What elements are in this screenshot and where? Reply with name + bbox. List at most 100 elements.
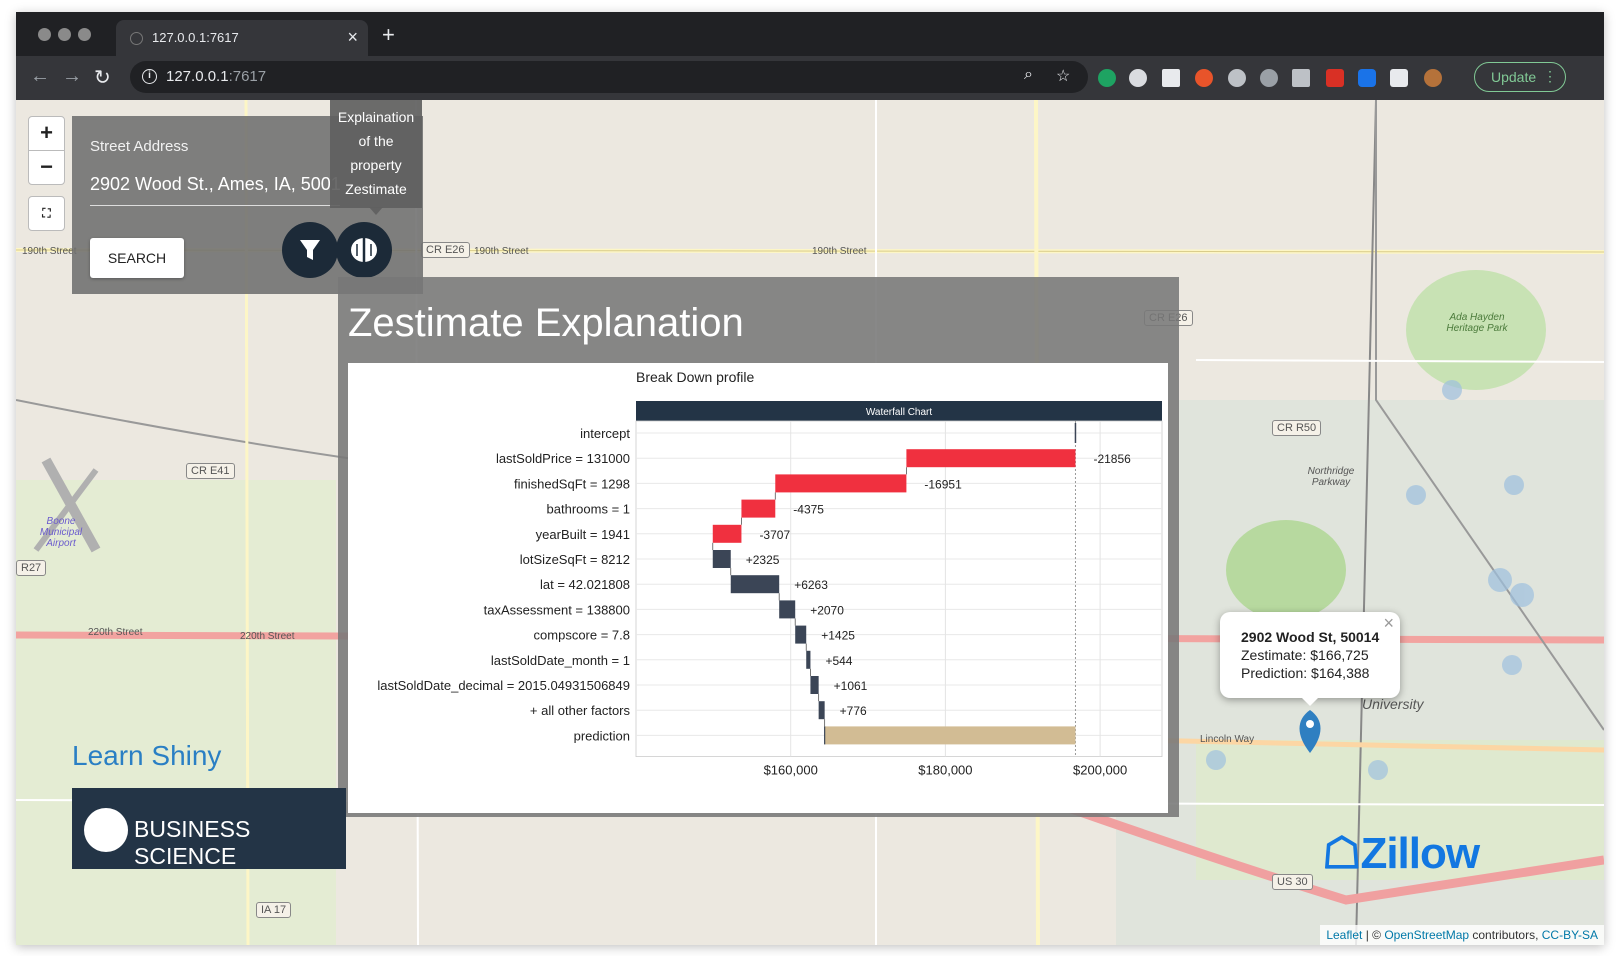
bar-positive — [810, 676, 819, 694]
street-address-label: Street Address — [90, 138, 189, 155]
value-label: +2325 — [746, 553, 780, 567]
atom-icon[interactable] — [1228, 69, 1246, 87]
browser-tab[interactable]: 127.0.0.1:7617 × — [116, 20, 368, 56]
popup-tip — [1300, 696, 1320, 706]
calendar-icon[interactable] — [1326, 69, 1344, 87]
waterfall-chart: Break Down profile Waterfall Chart $160,00… — [348, 363, 1210, 813]
popup-prediction: Prediction: $164,388 — [1241, 665, 1370, 681]
zillow-mark-icon: ☖ — [1322, 829, 1361, 878]
attribution-sep: | © — [1362, 928, 1385, 942]
business-science-emblem — [84, 808, 128, 852]
row-label: prediction — [574, 728, 630, 743]
layers-icon[interactable] — [1162, 69, 1180, 87]
brain-icon — [351, 238, 377, 262]
avatar[interactable] — [1424, 69, 1442, 87]
value-label: +6263 — [794, 578, 828, 592]
zoom-meeting-icon[interactable] — [1358, 69, 1376, 87]
row-label: lastSoldDate_month = 1 — [491, 653, 630, 668]
learn-shiny-link[interactable]: Learn Shiny — [72, 740, 221, 772]
url-text: 127.0.0.1:7617 — [166, 68, 266, 85]
info-icon[interactable]: i — [142, 69, 157, 84]
business-science-logo[interactable]: BUSINESS SCIENCE — [72, 788, 346, 869]
chart-title: Break Down profile — [636, 369, 754, 385]
zestimate-panel: Zestimate Explanation Break Down profile… — [338, 277, 1210, 817]
target-icon[interactable] — [1260, 69, 1278, 87]
map-label-r27: R27 — [16, 560, 47, 576]
map-attribution: Leaflet | © OpenStreetMap contributors, … — [1320, 925, 1604, 945]
fullscreen-icon[interactable]: ⛶ — [28, 196, 65, 231]
new-tab-icon[interactable]: + — [382, 22, 395, 48]
bar-negative — [775, 474, 907, 493]
update-label: Update — [1491, 69, 1537, 85]
popup-address: 2902 Wood St, 50014 — [1241, 629, 1380, 645]
forward-icon[interactable]: → — [62, 65, 82, 88]
osm-link[interactable]: OpenStreetMap — [1384, 928, 1469, 942]
x-tick-label: $160,000 — [764, 763, 818, 778]
value-label: +776 — [840, 704, 867, 718]
close-tab-icon[interactable]: × — [347, 27, 358, 48]
value-label: +544 — [825, 654, 852, 668]
business-science-text: BUSINESS SCIENCE — [134, 816, 251, 869]
url-port: :7617 — [228, 68, 267, 85]
bar-positive — [712, 550, 731, 568]
minimize-window-icon[interactable] — [58, 28, 71, 41]
explain-button[interactable] — [336, 222, 392, 278]
bar-positive — [795, 625, 807, 644]
street-address-input[interactable]: 2902 Wood St., Ames, IA, 50014 — [90, 174, 340, 206]
tooltip-line-1: Explaination — [337, 109, 415, 125]
row-label: intercept — [580, 426, 630, 441]
search-button[interactable]: SEARCH — [90, 238, 184, 278]
row-label: yearBuilt = 1941 — [536, 527, 630, 542]
row-label: compscore = 7.8 — [534, 628, 630, 643]
row-label: lat = 42.021808 — [540, 577, 630, 592]
puzzle-icon[interactable] — [1390, 69, 1408, 87]
map-label-ia-17: IA 17 — [256, 902, 292, 918]
popup-close-icon[interactable]: × — [1383, 614, 1394, 632]
grammarly-icon[interactable] — [1098, 69, 1116, 87]
back-icon[interactable]: ← — [30, 65, 50, 88]
map-label-lincoln-way: Lincoln Way — [1200, 734, 1255, 745]
address-bar[interactable]: i 127.0.0.1:7617 ⌕ ☆ — [130, 61, 1088, 93]
map-label-190th-east: 190th Street — [812, 246, 867, 257]
tooltip-line-2: of the — [358, 133, 394, 149]
map-label-190th-mid: 190th Street — [474, 246, 529, 257]
map-label-northridge: Northridge Parkway — [1307, 466, 1355, 488]
star-icon[interactable]: ☆ — [1056, 66, 1070, 86]
row-label: + all other factors — [530, 703, 631, 718]
leaflet-link[interactable]: Leaflet — [1326, 928, 1362, 942]
reload-icon[interactable]: ↻ — [94, 65, 111, 90]
close-window-icon[interactable] — [38, 28, 51, 41]
maximize-window-icon[interactable] — [78, 28, 91, 41]
map-label-ada-hayden: Ada Hayden Heritage Park — [1446, 312, 1508, 334]
x-tick-label: $180,000 — [918, 763, 972, 778]
extension-tool-icon[interactable] — [1292, 69, 1310, 87]
waterfall-svg: Break Down profile Waterfall Chart $160,00… — [377, 369, 1210, 778]
popup-zestimate: Zestimate: $166,725 — [1241, 647, 1369, 663]
bar-positive — [818, 701, 825, 720]
map-label-cr-e41: CR E41 — [186, 463, 235, 479]
zoom-icon[interactable]: ⌕ — [1024, 66, 1033, 84]
license-link[interactable]: CC-BY-SA — [1542, 928, 1598, 942]
zillow-logo: ☖Zillow — [1322, 828, 1480, 879]
zoom-out-button[interactable]: − — [28, 150, 65, 185]
map-label-220th: 220th Street — [88, 627, 143, 638]
bar-negative — [712, 524, 742, 543]
title-bar: 127.0.0.1:7617 × + — [16, 12, 1604, 56]
row-label: lastSoldDate_decimal = 2015.04931506849 — [377, 678, 630, 693]
property-popup: × 2902 Wood St, 50014 Zestimate: $166,72… — [1220, 612, 1400, 698]
filter-button[interactable] — [282, 222, 338, 278]
extension-circle-icon[interactable] — [1129, 69, 1147, 87]
extension-orange-icon[interactable] — [1195, 69, 1213, 87]
map-label-airport: Boone Municipal Airport — [39, 516, 83, 549]
x-tick-label: $200,000 — [1073, 763, 1127, 778]
bar-positive — [806, 650, 811, 669]
zoom-in-button[interactable]: + — [28, 116, 65, 151]
chart-panel — [635, 420, 1163, 758]
value-label: -3707 — [759, 528, 790, 542]
bar-positive — [779, 600, 796, 619]
map[interactable]: CR E26 CR E26 CR E41 CR R50 US 30 IA 17 … — [16, 100, 1604, 945]
row-label: taxAssessment = 138800 — [484, 602, 630, 617]
more-icon[interactable]: ⋮ — [1543, 68, 1557, 85]
map-label-220th-east: 220th Street — [240, 631, 295, 642]
update-button[interactable]: Update ⋮ — [1474, 62, 1566, 92]
